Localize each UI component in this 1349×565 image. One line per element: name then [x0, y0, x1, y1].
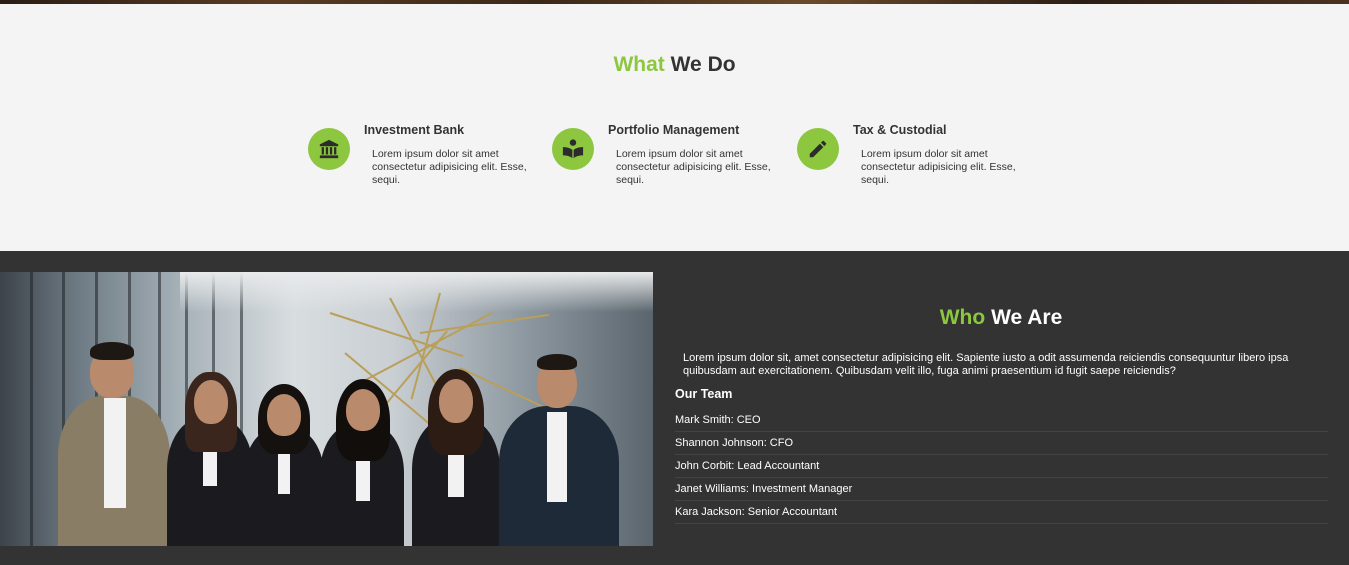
team-member: Shannon Johnson: CFO	[675, 432, 1328, 455]
our-team-heading: Our Team	[675, 387, 733, 401]
service-description: Lorem ipsum dolor sit amet consectetur a…	[861, 148, 1016, 186]
team-member: Janet Williams: Investment Manager	[675, 478, 1328, 501]
what-we-do-title: What We Do	[0, 53, 1349, 77]
service-tax-custodial: Tax & Custodial Lorem ipsum dolor sit am…	[797, 122, 1032, 202]
service-description: Lorem ipsum dolor sit amet consectetur a…	[616, 148, 771, 186]
service-title: Portfolio Management	[608, 123, 740, 137]
title-accent-word: Who	[939, 306, 986, 329]
book-reader-icon	[552, 128, 594, 170]
what-we-do-section: What We Do Investment Bank Lorem ipsum d…	[0, 4, 1349, 251]
service-investment-bank: Investment Bank Lorem ipsum dolor sit am…	[308, 122, 543, 202]
service-portfolio-management: Portfolio Management Lorem ipsum dolor s…	[552, 122, 787, 202]
title-accent-word: What	[613, 53, 665, 76]
who-we-are-title: Who We Are	[653, 306, 1349, 330]
team-photo	[0, 272, 653, 546]
service-title: Tax & Custodial	[853, 123, 947, 137]
title-rest-words: We Are	[991, 306, 1063, 329]
team-member: John Corbit: Lead Accountant	[675, 455, 1328, 478]
service-description: Lorem ipsum dolor sit amet consectetur a…	[372, 148, 527, 186]
who-we-are-description: Lorem ipsum dolor sit, amet consectetur …	[683, 352, 1289, 377]
service-title: Investment Bank	[364, 123, 465, 137]
team-list: Mark Smith: CEO Shannon Johnson: CFO Joh…	[675, 409, 1328, 524]
title-rest-words: We Do	[670, 53, 736, 76]
who-we-are-section: Who We Are Lorem ipsum dolor sit, amet c…	[0, 251, 1349, 565]
team-member: Mark Smith: CEO	[675, 409, 1328, 432]
pencil-icon	[797, 128, 839, 170]
bank-icon	[308, 128, 350, 170]
team-member: Kara Jackson: Senior Accountant	[675, 501, 1328, 524]
